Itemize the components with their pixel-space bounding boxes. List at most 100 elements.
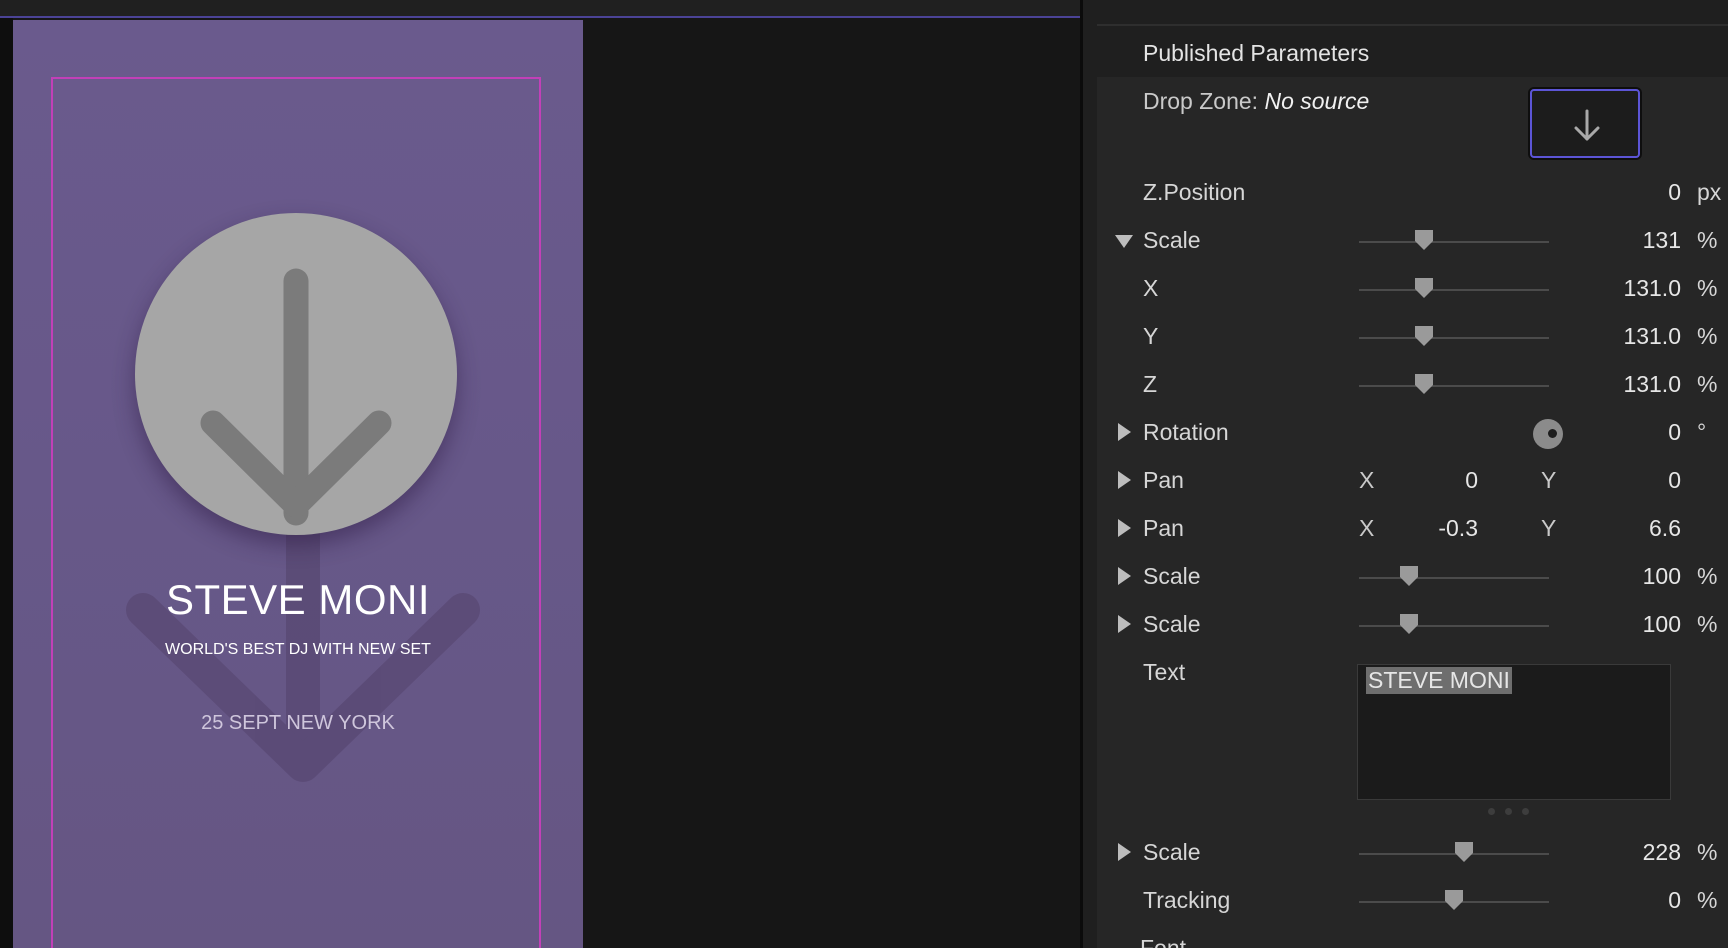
slider-knob[interactable] [1455,842,1473,862]
param-value[interactable]: 0 [1668,887,1681,914]
drop-zone-placeholder[interactable] [135,213,457,535]
scale-slider[interactable] [1359,614,1549,634]
slider-knob[interactable] [1415,374,1433,394]
scale-slider[interactable] [1359,230,1549,250]
param-value[interactable]: 100 [1643,563,1681,590]
slider-knob[interactable] [1415,326,1433,346]
scale-y-slider[interactable] [1359,326,1549,346]
slider-knob[interactable] [1400,614,1418,634]
slider-knob[interactable] [1415,230,1433,250]
param-label: Rotation [1143,419,1229,445]
scale-slider[interactable] [1359,566,1549,586]
pan-x-value[interactable]: -0.3 [1418,515,1478,542]
param-unit: ° [1697,419,1707,445]
param-row-scale-x: X 131.0 % [1097,269,1728,309]
resize-grip-icon[interactable] [1488,802,1539,820]
grip-dot [1488,808,1495,815]
param-label: Text [1143,659,1186,685]
scale-z-slider[interactable] [1359,374,1549,394]
pan-y-value[interactable]: 0 [1621,467,1681,494]
arrow-down-icon [200,268,392,526]
pan-y-value[interactable]: 6.6 [1621,515,1681,542]
param-unit: % [1697,275,1718,301]
param-label: Scale [1143,227,1201,253]
param-row-zposition: Z.Position 0 px [1097,173,1728,213]
param-label: Z.Position [1143,179,1246,205]
param-value[interactable]: 131.0 [1623,323,1681,350]
parameters-list: Z.Position 0 px Scale 131 % X 131.0 % Y … [1097,77,1728,948]
scale-x-slider[interactable] [1359,278,1549,298]
rotation-dial[interactable] [1533,419,1563,449]
param-label: Scale [1143,839,1201,865]
disclosure-triangle-icon[interactable] [1118,567,1131,585]
disclosure-triangle-icon[interactable] [1118,615,1131,633]
param-unit: % [1697,323,1718,349]
slider-knob[interactable] [1415,278,1433,298]
text-input-area[interactable]: STEVE MONI [1357,664,1671,800]
grip-dot [1522,808,1529,815]
param-value[interactable]: 131 [1643,227,1681,254]
canvas-date-text[interactable]: 25 SEPT NEW YORK [13,712,583,735]
viewer-left-edge [0,18,13,948]
param-value[interactable]: 131.0 [1623,275,1681,302]
param-unit: % [1697,887,1718,913]
param-row-pan: Pan X 0 Y 0 [1097,461,1728,501]
param-row-scale: Scale 228 % [1097,833,1728,873]
selected-text[interactable]: STEVE MONI [1366,667,1512,694]
param-unit: % [1697,371,1718,397]
param-row-font-label: Font [1140,935,1187,948]
canvas[interactable]: STEVE MONI WORLD'S BEST DJ WITH NEW SET … [13,20,583,948]
viewer-toolbar [0,0,1080,18]
pan-x-label: X [1359,467,1375,493]
disclosure-triangle-icon[interactable] [1118,519,1131,537]
param-label: Z [1143,371,1158,397]
pan-x-value[interactable]: 0 [1418,467,1478,494]
param-row-scale: Scale 131 % [1097,221,1728,261]
param-value[interactable]: 0 [1668,419,1681,446]
param-value[interactable]: 228 [1643,839,1681,866]
param-unit: % [1697,563,1718,589]
param-row-scale-y: Y 131.0 % [1097,317,1728,357]
param-value[interactable]: 0 [1668,179,1681,206]
param-row-rotation: Rotation 0 ° [1097,413,1728,453]
tracking-slider[interactable] [1359,890,1549,910]
param-unit: px [1697,179,1722,205]
param-value[interactable]: 100 [1643,611,1681,638]
canvas-subtitle-text[interactable]: WORLD'S BEST DJ WITH NEW SET [13,641,583,659]
param-row-tracking: Tracking 0 % [1097,881,1728,921]
disclosure-triangle-icon[interactable] [1118,423,1131,441]
inspector-header [1097,0,1728,26]
param-unit: % [1697,611,1718,637]
slider-knob[interactable] [1400,566,1418,586]
param-row-scale: Scale 100 % [1097,605,1728,645]
disclosure-triangle-icon[interactable] [1115,235,1133,248]
param-row-scale: Scale 100 % [1097,557,1728,597]
param-unit: % [1697,839,1718,865]
disclosure-triangle-icon[interactable] [1118,471,1131,489]
scale-slider[interactable] [1359,842,1549,862]
app-window: STEVE MONI WORLD'S BEST DJ WITH NEW SET … [0,0,1728,948]
canvas-title-text[interactable]: STEVE MONI [13,576,583,624]
slider-knob[interactable] [1445,890,1463,910]
pan-y-label: Y [1541,467,1557,493]
param-row-pan: Pan X -0.3 Y 6.6 [1097,509,1728,549]
arrow-down-icon [1574,109,1600,141]
param-row-scale-z: Z 131.0 % [1097,365,1728,405]
param-value[interactable]: 131.0 [1623,371,1681,398]
param-label: Y [1143,323,1159,349]
disclosure-triangle-icon[interactable] [1118,843,1131,861]
pan-x-label: X [1359,515,1375,541]
drop-zone-label: Drop Zone: No source [1143,88,1369,115]
pan-y-label: Y [1541,515,1557,541]
drop-zone-source: No source [1264,88,1370,114]
param-label: Scale [1143,611,1201,637]
drop-zone-well[interactable] [1530,89,1640,158]
param-label: Pan [1143,467,1184,493]
param-label: X [1143,275,1159,301]
section-title: Published Parameters [1143,40,1370,66]
viewer: STEVE MONI WORLD'S BEST DJ WITH NEW SET … [0,0,1080,948]
param-unit: % [1697,227,1718,253]
param-label: Pan [1143,515,1184,541]
grip-dot [1505,808,1512,815]
param-label: Tracking [1143,887,1231,913]
